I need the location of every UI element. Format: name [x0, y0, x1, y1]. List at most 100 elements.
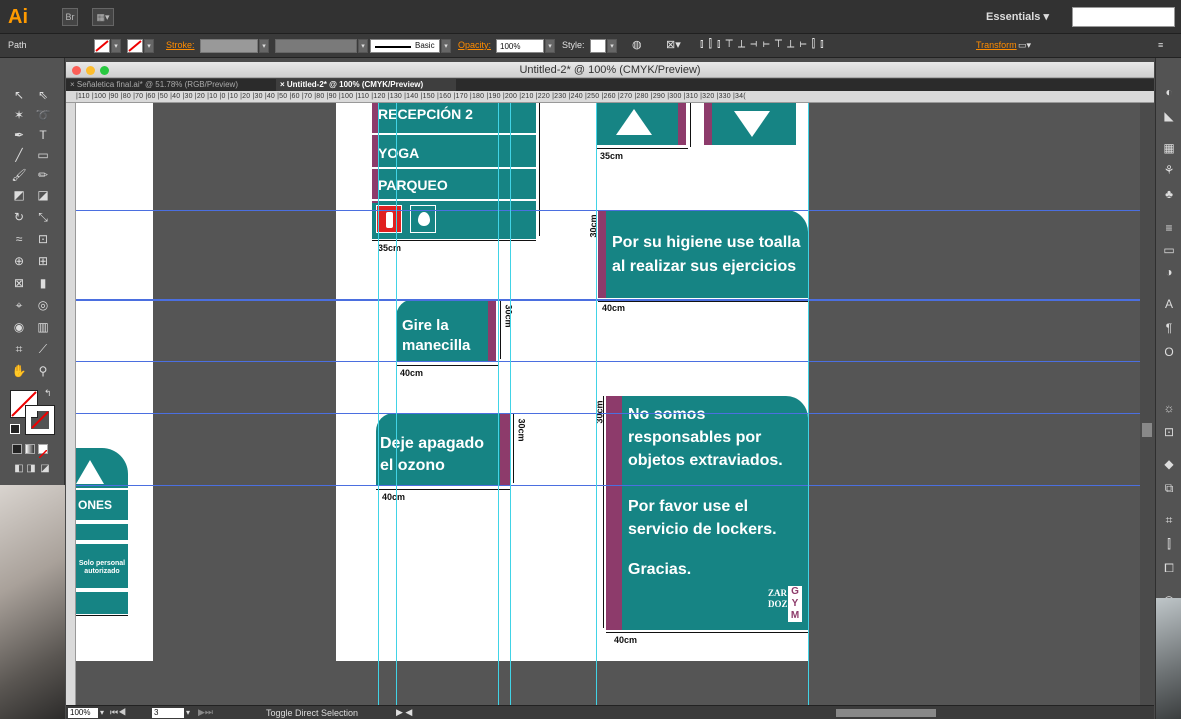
brushes-icon[interactable]: ⚘: [1161, 162, 1177, 178]
vertical-guide[interactable]: [498, 103, 499, 705]
selection-tool-icon[interactable]: ↖: [10, 86, 28, 104]
opacity-label[interactable]: Opacity:: [458, 40, 491, 50]
align-to-icon[interactable]: ⊠▾: [666, 38, 681, 51]
vertical-ruler[interactable]: [66, 103, 76, 705]
warp-tool-icon[interactable]: ≈: [10, 230, 28, 248]
shape-builder-icon[interactable]: ⊕: [10, 252, 28, 270]
style-dropdown[interactable]: ▾: [607, 39, 617, 53]
eyedropper-icon[interactable]: ⌖: [10, 296, 28, 314]
symbols-icon[interactable]: ♣: [1161, 186, 1177, 202]
vertical-guide[interactable]: [596, 103, 597, 705]
draw-inside-icon[interactable]: ◪: [36, 460, 54, 478]
vertical-guide[interactable]: [378, 103, 379, 705]
horizontal-guide[interactable]: [76, 485, 1140, 486]
zoom-dropdown-icon[interactable]: ▾: [100, 708, 104, 717]
horizontal-guide[interactable]: [76, 361, 1140, 362]
panel-menu-icon[interactable]: ≡: [1158, 40, 1163, 50]
gradient-panel-icon[interactable]: ▭: [1161, 242, 1177, 258]
horizontal-ruler[interactable]: |110 |100 |90 |80 |70 |60 |50 |40 |30 |2…: [66, 91, 1154, 103]
zoom-tool-icon[interactable]: ⚲: [34, 362, 52, 380]
graphic-style-swatch[interactable]: [590, 39, 606, 53]
blend-tool-icon[interactable]: ◎: [34, 296, 52, 314]
type-tool-icon[interactable]: T: [34, 126, 52, 144]
isolate-icon[interactable]: ▭▾: [1018, 40, 1031, 51]
bridge-button[interactable]: Br: [62, 8, 78, 26]
transparency-icon[interactable]: ◑: [1161, 264, 1177, 280]
next-artboard-icon[interactable]: ▶⏭: [198, 707, 213, 718]
fill-dropdown[interactable]: ▾: [111, 39, 121, 53]
none-mode-icon[interactable]: [38, 444, 48, 459]
gradient-mode-icon[interactable]: [25, 444, 35, 454]
appearance-icon[interactable]: ☼: [1161, 400, 1177, 416]
line-tool-icon[interactable]: ╱: [10, 146, 28, 164]
transform-panel-icon[interactable]: ⌗: [1161, 512, 1177, 528]
rectangle-tool-icon[interactable]: ▭: [34, 146, 52, 164]
pathfinder-icon[interactable]: ⧠: [1161, 560, 1177, 576]
graph-tool-icon[interactable]: ▥: [34, 318, 52, 336]
color-mode-icon[interactable]: [12, 444, 22, 454]
paintbrush-icon[interactable]: 🖌: [10, 166, 28, 184]
opacity-dropdown[interactable]: ▾: [545, 39, 555, 53]
graphic-styles-icon[interactable]: ⊡: [1161, 424, 1177, 440]
gradient-tool-icon[interactable]: ▮: [34, 274, 52, 292]
pencil-icon[interactable]: ✏: [34, 166, 52, 184]
horizontal-guide[interactable]: [76, 413, 1140, 414]
perspective-grid-icon[interactable]: ⊞: [34, 252, 52, 270]
swap-colors-icon[interactable]: ↰: [44, 388, 52, 399]
align-icons[interactable]: ⫾⫿⫾⊤⊥⊣⊢⊤⊥⊢⫿⫾: [700, 38, 829, 51]
horizontal-guide[interactable]: [76, 299, 1140, 301]
variable-width-field[interactable]: [275, 39, 357, 53]
vertical-guide[interactable]: [808, 103, 809, 705]
layers-icon[interactable]: ◆: [1161, 456, 1177, 472]
workspace-switcher[interactable]: Essentials ▾: [986, 10, 1049, 23]
previous-artboard-icon[interactable]: ⏮◀: [110, 707, 126, 718]
lasso-icon[interactable]: ➰: [34, 106, 52, 124]
recolor-artwork-icon[interactable]: ◍: [632, 38, 642, 51]
tab-untitled-2[interactable]: × Untitled-2* @ 100% (CMYK/Preview): [276, 79, 456, 91]
align-panel-icon[interactable]: ⫿: [1161, 536, 1177, 552]
scale-tool-icon[interactable]: ⤡: [34, 208, 52, 226]
stroke-swatch[interactable]: [127, 39, 143, 53]
help-search-input[interactable]: [1072, 7, 1175, 27]
swatches-icon[interactable]: ▦: [1161, 140, 1177, 156]
magic-wand-icon[interactable]: ✶: [10, 106, 28, 124]
direct-selection-icon[interactable]: ⇖: [34, 86, 52, 104]
arrow-up-sign[interactable]: [596, 103, 686, 145]
eraser-icon[interactable]: ◪: [34, 186, 52, 204]
character-panel-icon[interactable]: A: [1161, 296, 1177, 312]
scroll-thumb[interactable]: [1142, 423, 1152, 437]
opentype-panel-icon[interactable]: O: [1161, 344, 1177, 360]
opacity-field[interactable]: 100%: [496, 39, 544, 53]
rotate-tool-icon[interactable]: ↻: [10, 208, 28, 226]
brush-definition-field[interactable]: Basic: [370, 39, 440, 53]
artboard-dropdown-icon[interactable]: ▾: [186, 708, 190, 717]
stroke-label[interactable]: Stroke:: [166, 40, 195, 50]
lost-items-sign[interactable]: No somos responsables por objetos extrav…: [606, 396, 808, 630]
default-colors-icon[interactable]: [10, 424, 20, 434]
canvas[interactable]: ONES Solo personal autorizado RECEPCIÓN …: [76, 103, 1140, 705]
color-panel-icon[interactable]: ◐: [1161, 84, 1177, 100]
fill-swatch[interactable]: [94, 39, 110, 53]
horizontal-scroll-thumb[interactable]: [836, 709, 936, 717]
blob-brush-icon[interactable]: ◩: [10, 186, 28, 204]
towel-sign[interactable]: Por su higiene use toalla al realizar su…: [598, 210, 808, 298]
color-guide-icon[interactable]: ◣: [1161, 108, 1177, 124]
tab-senaletica[interactable]: × Señaletica final.ai* @ 51.78% (RGB/Pre…: [66, 79, 276, 91]
symbol-sprayer-icon[interactable]: ◉: [10, 318, 28, 336]
horizontal-guide[interactable]: [76, 210, 1140, 211]
left-partial-sign[interactable]: ONES Solo personal autorizado: [76, 448, 128, 614]
stroke-weight-dropdown[interactable]: ▾: [259, 39, 269, 53]
arrange-documents-button[interactable]: ▦▾: [92, 8, 114, 26]
handle-sign[interactable]: Gire la manecilla: [396, 299, 496, 361]
pen-tool-icon[interactable]: ✒: [10, 126, 28, 144]
mesh-tool-icon[interactable]: ⊠: [10, 274, 28, 292]
stroke-dropdown[interactable]: ▾: [144, 39, 154, 53]
artboard-tool-icon[interactable]: ⌗: [10, 340, 28, 358]
zoom-field[interactable]: 100%: [68, 708, 98, 718]
stroke-color-swatch[interactable]: [25, 405, 55, 435]
paragraph-panel-icon[interactable]: ¶: [1161, 320, 1177, 336]
arrow-down-sign[interactable]: [704, 103, 796, 145]
variable-width-dropdown[interactable]: ▾: [358, 39, 368, 53]
transform-label[interactable]: Transform: [976, 40, 1017, 50]
hand-tool-icon[interactable]: ✋: [10, 362, 28, 380]
